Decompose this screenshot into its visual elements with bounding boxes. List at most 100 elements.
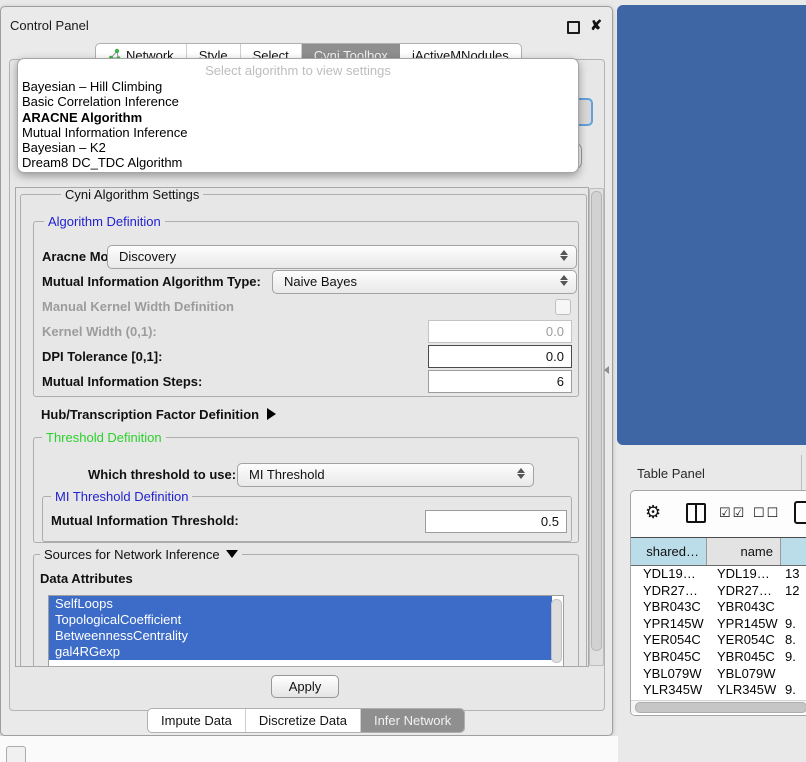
group-title: Cyni Algorithm Settings — [61, 187, 203, 202]
table-cell: 9. — [781, 682, 806, 699]
control-panel-title: Control Panel — [10, 18, 89, 33]
table-cell: YBL079W — [631, 666, 707, 683]
attribute-item[interactable]: TopologicalCoefficient — [49, 612, 552, 628]
tab-impute-data[interactable]: Impute Data — [148, 709, 246, 732]
document-icon[interactable] — [794, 501, 806, 524]
sources-title: Sources for Network Inference — [44, 547, 220, 562]
table-cell: YDR27… — [707, 583, 781, 600]
which-threshold-label: Which threshold to use: — [88, 467, 236, 482]
panel-divider — [801, 455, 802, 490]
column-header-shared-name[interactable]: shared… — [631, 538, 707, 565]
kernel-width-field[interactable]: 0.0 — [428, 320, 572, 343]
group-title: Algorithm Definition — [44, 214, 165, 229]
kernel-width-label: Kernel Width (0,1): — [42, 324, 157, 339]
table-cell: YER054C — [631, 632, 707, 649]
table-header-row: shared… name — [631, 537, 806, 566]
hub-definition-toggle[interactable]: Hub/Transcription Factor Definition — [41, 407, 276, 422]
algorithm-definition-group: Algorithm Definition Aracne Mode: Discov… — [33, 221, 579, 397]
attribute-item[interactable]: SelfLoops — [49, 596, 552, 612]
threshold-definition-group: Threshold Definition Which threshold to … — [33, 437, 579, 543]
algorithm-dropdown-placeholder: Select algorithm to view settings — [18, 62, 578, 79]
aracne-mode-select[interactable]: Discovery — [107, 245, 577, 269]
mi-algorithm-type-value: Naive Bayes — [284, 274, 357, 289]
expand-right-icon — [267, 408, 276, 420]
algorithm-options: Bayesian – Hill ClimbingBasic Correlatio… — [18, 79, 578, 171]
mi-threshold-label: Mutual Information Threshold: — [51, 513, 239, 528]
table-row[interactable]: YER054CYER054C8. — [631, 632, 806, 649]
deselect-all-icon[interactable]: ☐☐ — [753, 505, 780, 521]
panel-splitter-handle[interactable] — [604, 366, 609, 374]
table-cell: YLR345W — [631, 682, 707, 699]
algorithm-option[interactable]: Bayesian – K2 — [18, 140, 578, 155]
table-panel-title: Table Panel — [637, 466, 705, 481]
bottom-strip — [0, 736, 618, 762]
tab-label: Discretize Data — [259, 713, 347, 728]
table-cell: YBR045C — [631, 649, 707, 666]
mi-algorithm-type-label: Mutual Information Algorithm Type: — [42, 274, 261, 289]
tab-discretize-data[interactable]: Discretize Data — [246, 709, 361, 732]
algorithm-option[interactable]: Mutual Information Inference — [18, 125, 578, 140]
mi-algorithm-type-select[interactable]: Naive Bayes — [272, 270, 577, 294]
table-row[interactable]: YDR27…YDR27…12 — [631, 583, 806, 600]
algorithm-option[interactable]: Dream8 DC_TDC Algorithm — [18, 155, 578, 170]
attribute-item[interactable]: gal4RGexp — [49, 644, 552, 660]
table-body: YDL19…YDL19…13YDR27…YDR27…12YBR043CYBR04… — [631, 566, 806, 715]
table-row[interactable]: YPR145WYPR145W9. — [631, 616, 806, 633]
collapse-down-icon — [226, 550, 238, 558]
minimized-panel-icon[interactable] — [6, 746, 26, 762]
data-attributes-label: Data Attributes — [40, 571, 133, 586]
sources-group: Sources for Network Inference Data Attri… — [33, 554, 579, 667]
dpi-tolerance-field[interactable]: 0.0 — [428, 345, 572, 368]
close-icon[interactable]: ✘ — [590, 17, 602, 34]
settings-vertical-scrollbar[interactable] — [589, 188, 604, 666]
attributes-scrollbar[interactable] — [551, 599, 562, 663]
algorithm-option[interactable]: Bayesian – Hill Climbing — [18, 79, 578, 94]
table-cell: YDL19… — [631, 566, 707, 583]
spinner-arrows-icon — [517, 468, 525, 479]
app-root: Control Panel ✘ Network Style Select Cyn… — [0, 0, 806, 762]
which-threshold-value: MI Threshold — [249, 467, 325, 482]
table-horizontal-scrollbar[interactable] — [631, 700, 806, 713]
algorithm-dropdown-list: Select algorithm to view settings Bayesi… — [17, 58, 579, 173]
float-window-icon[interactable] — [567, 21, 580, 34]
table-row[interactable]: YBL079WYBL079W — [631, 666, 806, 683]
table-cell: YBR043C — [631, 599, 707, 616]
column-header-name[interactable]: name — [707, 538, 781, 565]
column-header-partial[interactable] — [781, 538, 806, 565]
hub-definition-label: Hub/Transcription Factor Definition — [41, 407, 259, 422]
table-row[interactable]: YBR043CYBR043C — [631, 599, 806, 616]
attribute-item[interactable]: BetweennessCentrality — [49, 628, 552, 644]
table-cell: YPR145W — [631, 616, 707, 633]
column-layout-icon[interactable] — [686, 503, 706, 523]
table-row[interactable]: YDL19…YDL19…13 — [631, 566, 806, 583]
settings-horizontal-scrollbar[interactable] — [55, 666, 589, 667]
manual-kernel-width-checkbox[interactable] — [555, 299, 571, 315]
cyni-algorithm-settings-group: Cyni Algorithm Settings Algorithm Defini… — [20, 194, 587, 667]
table-cell: 12 — [781, 583, 806, 600]
data-attributes-list: SelfLoopsTopologicalCoefficientBetweenne… — [48, 595, 564, 667]
aracne-mode-value: Discovery — [119, 249, 176, 264]
spinner-arrows-icon — [560, 250, 568, 261]
algorithm-option[interactable]: ARACNE Algorithm — [18, 110, 578, 125]
table-row[interactable]: YLR345WYLR345W9. — [631, 682, 806, 699]
mi-threshold-field[interactable]: 0.5 — [425, 510, 567, 533]
algorithm-option[interactable]: Basic Correlation Inference — [18, 94, 578, 109]
select-all-icon[interactable]: ☑☑ — [719, 505, 746, 521]
control-panel-window: Control Panel ✘ Network Style Select Cyn… — [0, 6, 613, 736]
which-threshold-select[interactable]: MI Threshold — [237, 463, 534, 487]
table-row[interactable]: YBR045CYBR045C9. — [631, 649, 806, 666]
group-title: Threshold Definition — [42, 430, 166, 445]
gear-icon[interactable]: ⚙ — [645, 502, 661, 523]
mi-steps-field[interactable]: 6 — [428, 370, 572, 393]
apply-button[interactable]: Apply — [271, 675, 339, 698]
table-cell: YBR043C — [707, 599, 781, 616]
table-cell: YLR345W — [707, 682, 781, 699]
sources-toggle[interactable]: Sources for Network Inference — [40, 547, 242, 562]
tab-label: Infer Network — [374, 713, 451, 728]
table-cell: 13 — [781, 566, 806, 583]
table-cell — [781, 599, 806, 616]
table-cell: 8. — [781, 632, 806, 649]
table-cell: 9. — [781, 649, 806, 666]
tab-infer-network[interactable]: Infer Network — [361, 709, 464, 732]
spinner-arrows-icon — [560, 275, 568, 286]
